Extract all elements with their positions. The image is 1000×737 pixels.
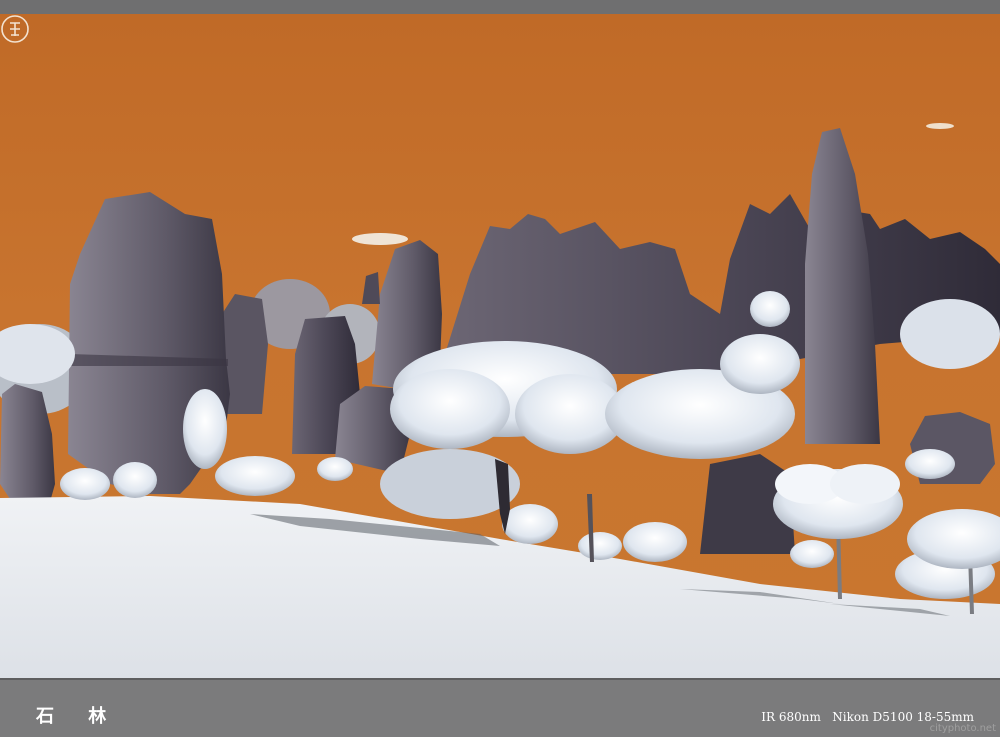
photograph xyxy=(0,14,1000,678)
photo-title: 石 林 xyxy=(36,706,121,727)
stone-forest-scene xyxy=(0,123,1000,678)
site-watermark: cityphoto.net xyxy=(929,723,996,734)
seal-logo-icon xyxy=(1,15,29,43)
cloud xyxy=(352,233,408,245)
caption-bar: 石 林 IR 680nm Nikon D5100 18-55mm citypho… xyxy=(0,678,1000,737)
top-border xyxy=(0,0,1000,14)
camera-info: IR 680nm Nikon D5100 18-55mm xyxy=(761,710,974,724)
cloud xyxy=(926,123,954,129)
rock-spire xyxy=(805,128,880,444)
